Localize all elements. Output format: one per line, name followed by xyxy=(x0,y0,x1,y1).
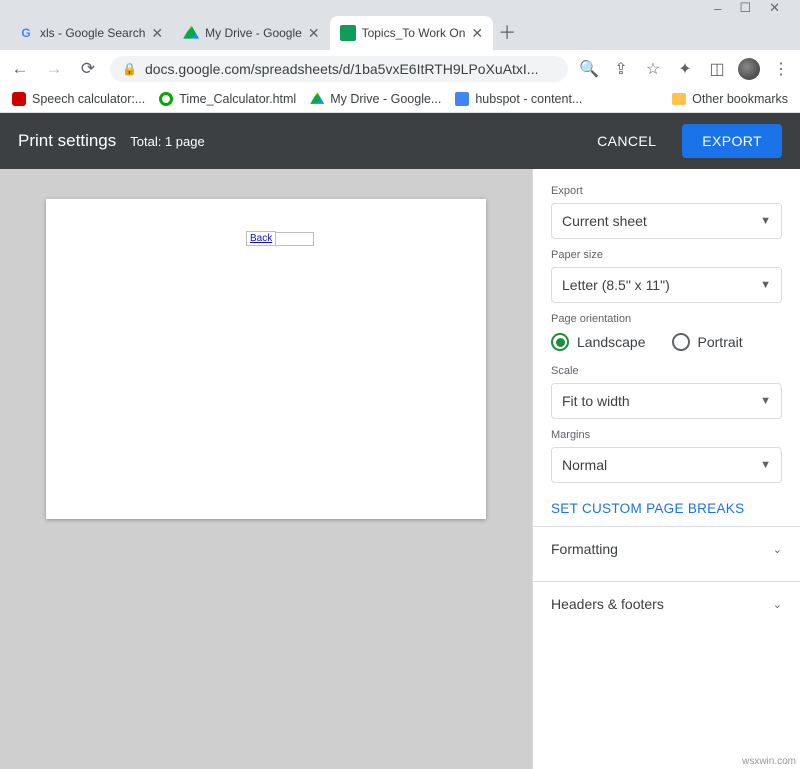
bookmark-label: My Drive - Google... xyxy=(330,92,441,106)
toolbar: ← → ⟳ 🔒 docs.google.com/spreadsheets/d/1… xyxy=(0,50,800,88)
settings-panel: Export Current sheet ▼ Paper size Letter… xyxy=(532,169,800,769)
chevron-down-icon: ▼ xyxy=(760,395,771,407)
tab-title: xls - Google Search xyxy=(40,26,145,40)
print-body: Back Export Current sheet ▼ Paper size L… xyxy=(0,169,800,769)
star-icon[interactable]: ☆ xyxy=(642,59,664,79)
bookmark-label: Speech calculator:... xyxy=(32,92,145,106)
share-icon[interactable]: ⇪ xyxy=(610,59,632,79)
chevron-down-icon: ▼ xyxy=(760,215,771,227)
address-bar[interactable]: 🔒 docs.google.com/spreadsheets/d/1ba5vxE… xyxy=(110,56,568,82)
sidepanel-icon[interactable]: ◫ xyxy=(706,59,728,79)
close-icon[interactable]: ✕ xyxy=(308,25,320,42)
page-title: Print settings xyxy=(18,131,116,151)
chevron-down-icon: ▼ xyxy=(760,279,771,291)
forward-button[interactable]: → xyxy=(42,59,66,79)
bookmark-icon xyxy=(159,92,173,106)
headers-footers-expander[interactable]: Headers & footers ⌄ xyxy=(533,581,800,626)
tab-strip: xls - Google Search ✕ My Drive - Google … xyxy=(0,14,800,50)
scale-label: Scale xyxy=(551,365,782,377)
window-controls: – ☐ ✕ xyxy=(0,0,800,14)
bookmark-label: Time_Calculator.html xyxy=(179,92,296,106)
back-button[interactable]: ← xyxy=(8,59,32,79)
bookmark-0[interactable]: Speech calculator:... xyxy=(12,92,145,106)
address-text: docs.google.com/spreadsheets/d/1ba5vxE6I… xyxy=(145,61,556,77)
close-icon[interactable]: ✕ xyxy=(471,25,483,42)
bookmark-3[interactable]: hubspot - content... xyxy=(455,92,582,106)
preview-cell xyxy=(276,232,314,246)
expander-label: Formatting xyxy=(551,541,618,557)
expander-label: Headers & footers xyxy=(551,596,664,612)
formatting-expander[interactable]: Formatting ⌄ xyxy=(533,526,800,571)
google-icon xyxy=(18,25,34,41)
radio-icon xyxy=(672,333,690,351)
bookmark-label: hubspot - content... xyxy=(475,92,582,106)
chevron-down-icon: ▼ xyxy=(760,459,771,471)
chevron-down-icon: ⌄ xyxy=(773,543,782,556)
bookmark-icon xyxy=(12,92,26,106)
paper-size-label: Paper size xyxy=(551,249,782,261)
select-value: Current sheet xyxy=(562,213,647,229)
bookmark-icon xyxy=(455,92,469,106)
bookmarks-bar: Speech calculator:... Time_Calculator.ht… xyxy=(0,88,800,113)
drive-icon xyxy=(183,25,199,41)
preview-cell-link: Back xyxy=(246,231,276,246)
portrait-radio[interactable]: Portrait xyxy=(672,333,743,351)
orientation-label: Page orientation xyxy=(551,313,782,325)
bookmark-icon xyxy=(310,92,324,106)
close-icon[interactable]: ✕ xyxy=(151,25,163,42)
tab-2[interactable]: Topics_To Work On ✕ xyxy=(330,16,494,50)
watermark: wsxwin.com xyxy=(742,756,796,767)
extensions-icon[interactable]: ✦ xyxy=(674,59,696,79)
set-page-breaks-link[interactable]: SET CUSTOM PAGE BREAKS xyxy=(551,501,782,516)
export-select[interactable]: Current sheet ▼ xyxy=(551,203,782,239)
preview-area: Back xyxy=(0,169,532,769)
radio-label: Portrait xyxy=(698,334,743,350)
select-value: Normal xyxy=(562,457,607,473)
margins-select[interactable]: Normal ▼ xyxy=(551,447,782,483)
bookmark-2[interactable]: My Drive - Google... xyxy=(310,92,441,106)
folder-icon xyxy=(672,93,686,105)
radio-icon xyxy=(551,333,569,351)
paper-size-select[interactable]: Letter (8.5" x 11") ▼ xyxy=(551,267,782,303)
menu-icon[interactable]: ⋮ xyxy=(770,59,792,79)
bookmark-1[interactable]: Time_Calculator.html xyxy=(159,92,296,106)
maximize-icon[interactable]: ☐ xyxy=(739,0,751,16)
tab-0[interactable]: xls - Google Search ✕ xyxy=(8,16,173,50)
tab-title: My Drive - Google xyxy=(205,26,302,40)
preview-cell-row: Back xyxy=(246,231,314,246)
browser-chrome: – ☐ ✕ xls - Google Search ✕ My Drive - G… xyxy=(0,0,800,113)
minimize-icon[interactable]: – xyxy=(714,1,721,16)
landscape-radio[interactable]: Landscape xyxy=(551,333,646,351)
reload-button[interactable]: ⟳ xyxy=(76,59,100,79)
page-preview: Back xyxy=(46,199,486,519)
other-bookmarks[interactable]: Other bookmarks xyxy=(672,92,788,106)
total-pages: Total: 1 page xyxy=(130,134,204,149)
export-button[interactable]: EXPORT xyxy=(682,124,782,158)
print-settings-header: Print settings Total: 1 page CANCEL EXPO… xyxy=(0,113,800,169)
margins-label: Margins xyxy=(551,429,782,441)
bookmark-label: Other bookmarks xyxy=(692,92,788,106)
profile-avatar[interactable] xyxy=(738,58,760,80)
tab-title: Topics_To Work On xyxy=(362,26,466,40)
zoom-icon[interactable]: 🔍 xyxy=(578,59,600,79)
export-label: Export xyxy=(551,185,782,197)
select-value: Fit to width xyxy=(562,393,630,409)
scale-select[interactable]: Fit to width ▼ xyxy=(551,383,782,419)
orientation-radios: Landscape Portrait xyxy=(551,333,782,351)
new-tab-button[interactable]: ＋ xyxy=(493,19,521,45)
close-window-icon[interactable]: ✕ xyxy=(769,0,780,16)
radio-label: Landscape xyxy=(577,334,646,350)
lock-icon: 🔒 xyxy=(122,62,137,76)
chevron-down-icon: ⌄ xyxy=(773,598,782,611)
select-value: Letter (8.5" x 11") xyxy=(562,277,670,293)
cancel-button[interactable]: CANCEL xyxy=(585,133,668,149)
tab-1[interactable]: My Drive - Google ✕ xyxy=(173,16,329,50)
sheets-icon xyxy=(340,25,356,41)
